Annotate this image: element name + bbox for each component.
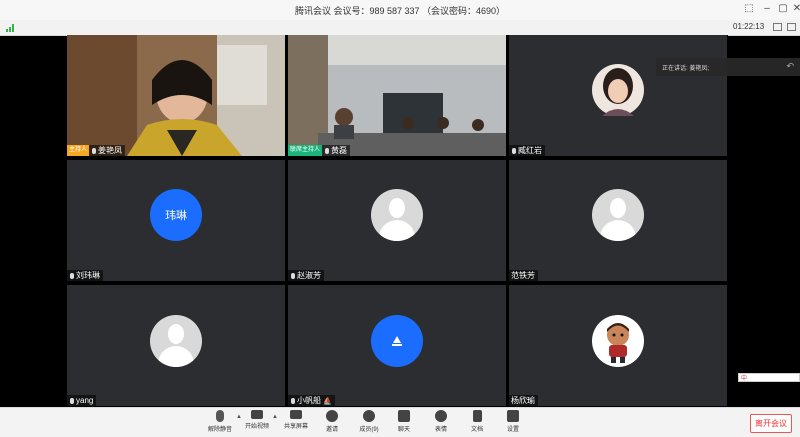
mic-off-icon [291, 397, 295, 404]
mic-icon [92, 147, 97, 154]
participant-tile[interactable]: 范铁芳 [509, 160, 727, 281]
members-icon [363, 410, 375, 422]
start-video-button[interactable]: 开始视频 [243, 410, 271, 430]
avatar [371, 315, 423, 367]
meeting-timer: 01:22:13 [733, 22, 765, 31]
default-avatar-icon [592, 189, 644, 241]
host-badge: 主持人 [67, 145, 90, 156]
gallery-view-icon[interactable] [773, 23, 782, 31]
avatar [592, 64, 644, 116]
video-off-icon [251, 410, 263, 419]
add-user-icon [326, 410, 338, 422]
participant-name: yang [76, 396, 94, 405]
window-title: 腾讯会议 会议号：989 587 337 （会议密码：4690） [294, 6, 506, 16]
participant-tile[interactable]: 小帆船 ⛵ [288, 285, 506, 406]
avatar [592, 315, 644, 367]
minimize-icon[interactable]: – [760, 3, 774, 14]
mic-off-icon [291, 272, 295, 279]
settings-button[interactable]: 设置 [499, 410, 527, 433]
participant-name: 赵淑芳 [297, 271, 321, 280]
default-avatar-icon [150, 315, 202, 367]
participant-tile[interactable]: 臧红岩 [509, 35, 727, 156]
share-screen-button[interactable]: 共享屏幕 [282, 410, 310, 430]
avatar: 玮琳 [150, 189, 202, 241]
speaking-label: 正在讲话: 姜艳凤; [662, 65, 710, 72]
default-avatar-icon [371, 189, 423, 241]
participant-name: 范铁芳 [511, 271, 535, 280]
participant-name: 小帆船 [297, 396, 321, 405]
participant-tile[interactable]: 玮琳 刘玮琳 [67, 160, 285, 281]
docs-button[interactable]: 文档 [463, 410, 491, 433]
close-icon[interactable]: ✕ [790, 3, 800, 14]
status-bar: 01:22:13 [0, 20, 800, 36]
smile-icon [435, 410, 447, 422]
chevron-up-icon[interactable]: ▲ [236, 414, 242, 420]
participant-tile[interactable]: 杨欣瑜 [509, 285, 727, 406]
title-bar: 腾讯会议 会议号：989 587 337 （会议密码：4690） ⬚ – ▢ ✕ [0, 0, 800, 21]
video-feed [288, 35, 506, 156]
participant-namebar: 杨欣瑜 [509, 395, 538, 406]
participant-name: 黄磊 [331, 146, 348, 155]
invite-button[interactable]: 邀请 [318, 410, 346, 433]
video-feed [67, 35, 285, 156]
chat-icon [398, 410, 410, 422]
chat-button[interactable]: 聊天 [390, 410, 418, 433]
video-grid: 主持人 姜艳凤 联席主持人 黄磊 臧红岩 玮琳 刘玮琳 赵淑芳 范铁芳 yang… [67, 35, 728, 407]
maximize-icon[interactable]: ▢ [776, 3, 790, 14]
collapse-icon[interactable]: ↶ [786, 61, 794, 72]
unmute-button[interactable]: 解除静音 [206, 410, 234, 433]
participant-tile[interactable]: 主持人 姜艳凤 [67, 35, 285, 156]
participant-namebar: 主持人 姜艳凤 [67, 145, 126, 156]
participant-tile[interactable]: 联席主持人 黄磊 [288, 35, 506, 156]
mic-off-icon [512, 147, 516, 154]
leave-meeting-button[interactable]: 离开会议 [750, 414, 792, 433]
participant-tile[interactable]: 赵淑芳 [288, 160, 506, 281]
reactions-button[interactable]: 表情 [427, 410, 455, 433]
participant-namebar: 臧红岩 [509, 145, 545, 156]
pin-icon[interactable]: ⬚ [742, 3, 756, 14]
chevron-up-icon[interactable]: ▲ [272, 414, 278, 420]
mic-icon [325, 147, 330, 154]
members-button[interactable]: 成员(9) [355, 410, 383, 433]
fullscreen-icon[interactable] [787, 23, 796, 31]
gear-icon [507, 410, 519, 422]
participant-namebar: 小帆船 ⛵ [288, 395, 335, 406]
participant-namebar: 刘玮琳 [67, 270, 103, 281]
ime-label: 中 [741, 376, 748, 382]
share-screen-icon [290, 410, 302, 419]
mic-off-icon [216, 410, 224, 422]
signal-icon [6, 24, 16, 32]
participant-name: 姜艳凤 [98, 146, 123, 155]
document-icon [472, 410, 482, 422]
speaking-indicator: 正在讲话: 姜艳凤; ↶ [656, 58, 800, 76]
ime-toolbar[interactable]: 中 [738, 373, 800, 382]
boat-icon: ⛵ [323, 397, 332, 405]
mic-off-icon [70, 272, 74, 279]
participant-name: 刘玮琳 [76, 271, 100, 280]
meeting-toolbar: 解除静音 ▲ 开始视频 ▲ 共享屏幕 邀请 成员(9) 聊天 表情 文档 设置 … [0, 407, 800, 437]
participant-namebar: yang [67, 395, 97, 406]
boat-icon [392, 336, 402, 346]
participant-namebar: 赵淑芳 [288, 270, 324, 281]
participant-name: 杨欣瑜 [511, 396, 535, 405]
participant-tile[interactable]: yang [67, 285, 285, 406]
mic-off-icon [70, 397, 74, 404]
participant-name: 臧红岩 [518, 146, 542, 155]
participant-namebar: 范铁芳 [509, 270, 538, 281]
participant-namebar: 联席主持人 黄磊 [288, 145, 351, 156]
cohost-badge: 联席主持人 [288, 145, 323, 156]
